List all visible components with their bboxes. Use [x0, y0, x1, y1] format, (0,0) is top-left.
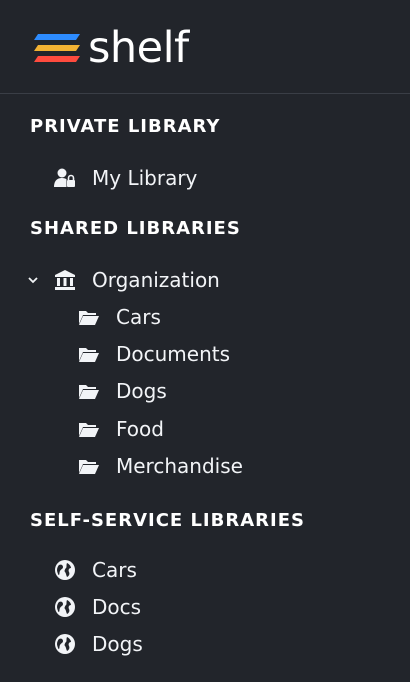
- globe-icon: [54, 559, 76, 581]
- brand-header: shelf: [0, 0, 410, 94]
- folder-open-icon: [78, 343, 100, 365]
- globe-icon: [54, 633, 76, 655]
- sidebar-item-shared-dogs[interactable]: Dogs: [78, 376, 167, 406]
- sidebar-item-shared-merchandise[interactable]: Merchandise: [78, 451, 243, 481]
- sidebar-item-label: Dogs: [92, 632, 143, 656]
- brand-name[interactable]: shelf: [88, 20, 189, 76]
- sidebar-item-self-service-dogs[interactable]: Dogs: [54, 629, 143, 659]
- sidebar-item-self-service-cars[interactable]: Cars: [54, 555, 137, 585]
- sidebar-item-label: My Library: [92, 166, 198, 190]
- sidebar-item-organization[interactable]: Organization: [54, 265, 220, 295]
- sidebar-item-shared-documents[interactable]: Documents: [78, 339, 230, 369]
- sidebar-item-label: Merchandise: [116, 454, 243, 478]
- folder-open-icon: [78, 418, 100, 440]
- bank-icon: [54, 269, 76, 291]
- section-title-private: PRIVATE LIBRARY: [30, 116, 221, 137]
- sidebar-item-label: Docs: [92, 595, 142, 619]
- section-title-shared: SHARED LIBRARIES: [30, 218, 241, 239]
- folder-open-icon: [78, 380, 100, 402]
- sidebar-item-shared-food[interactable]: Food: [78, 414, 164, 444]
- folder-open-icon: [78, 455, 100, 477]
- sidebar-item-my-library[interactable]: My Library: [54, 163, 197, 193]
- sidebar-item-label: Organization: [92, 268, 220, 292]
- sidebar-item-self-service-docs[interactable]: Docs: [54, 592, 141, 622]
- folder-open-icon: [78, 306, 100, 328]
- sidebar-item-label: Dogs: [116, 379, 167, 403]
- sidebar-item-label: Documents: [116, 342, 231, 366]
- sidebar-item-label: Food: [116, 417, 164, 441]
- user-lock-icon: [54, 167, 76, 189]
- chevron-down-icon[interactable]: [26, 273, 40, 287]
- sidebar-item-label: Cars: [92, 558, 137, 582]
- globe-icon: [54, 596, 76, 618]
- sidebar-item-shared-cars[interactable]: Cars: [78, 302, 161, 332]
- sidebar: shelf PRIVATE LIBRARY My Library SHARED …: [0, 0, 410, 682]
- section-title-self-service: SELF-SERVICE LIBRARIES: [30, 510, 305, 531]
- shelf-logo-icon: [34, 34, 80, 62]
- sidebar-item-label: Cars: [116, 305, 161, 329]
